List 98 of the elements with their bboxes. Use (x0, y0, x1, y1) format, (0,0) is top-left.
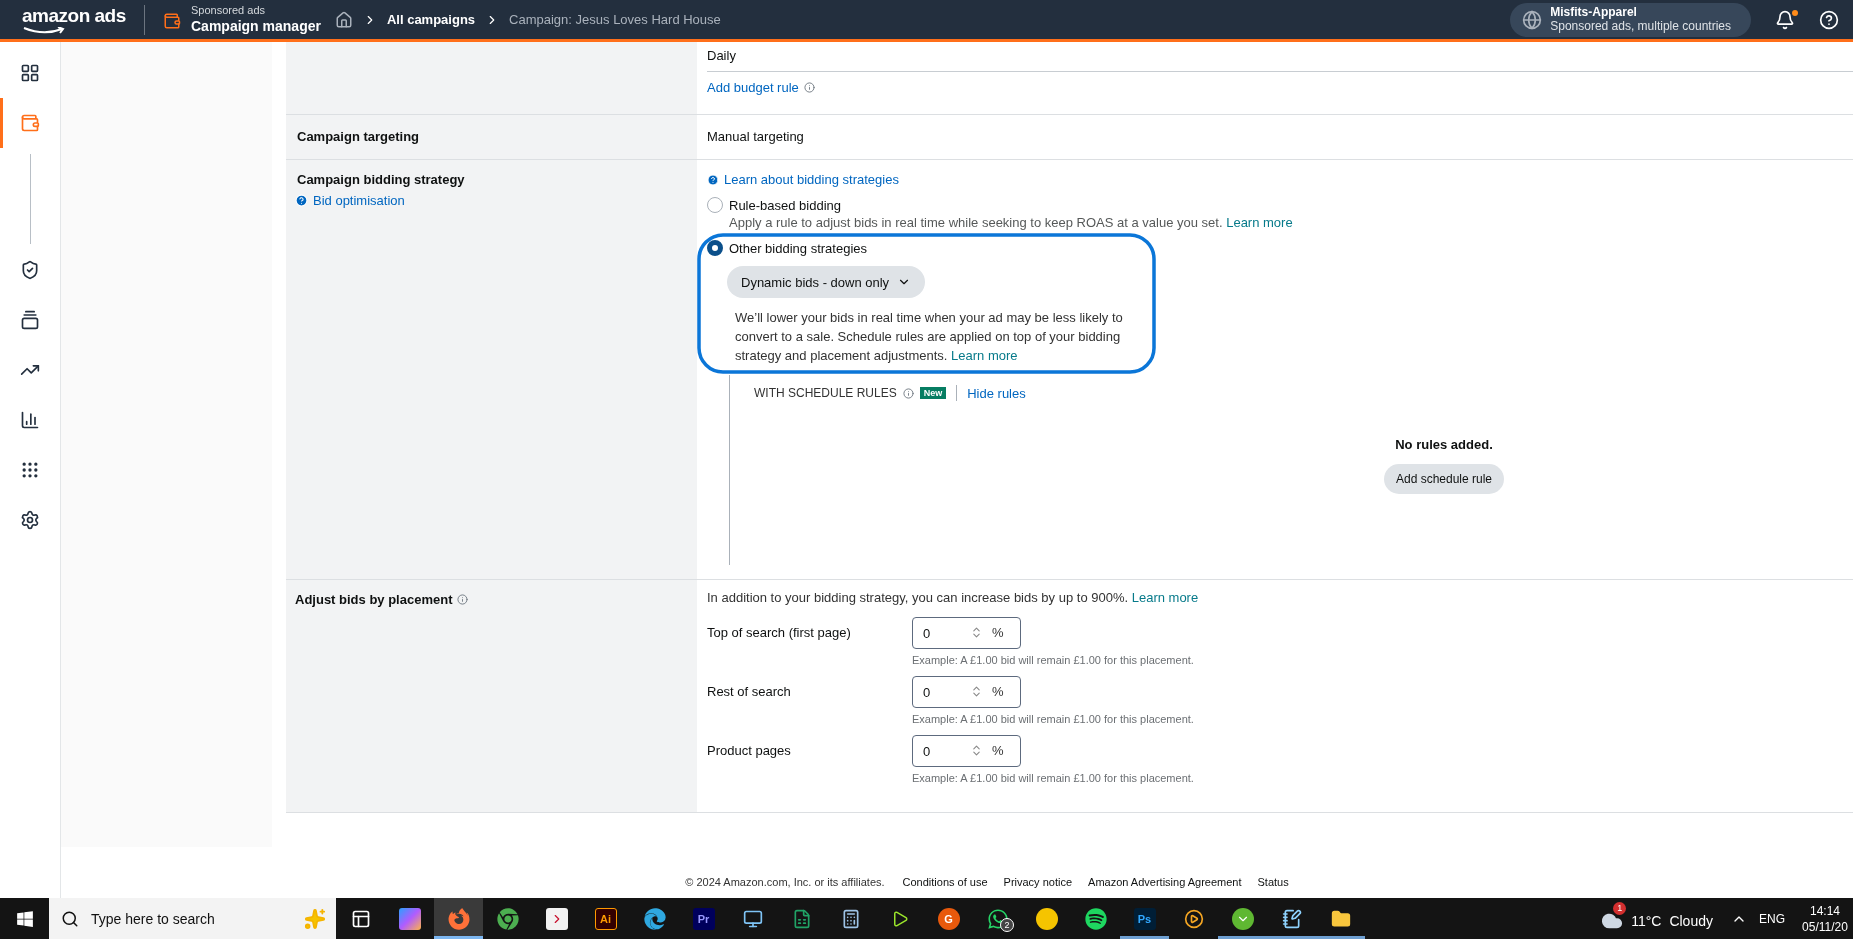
targeting-value: Manual targeting (707, 129, 804, 144)
language-indicator[interactable]: ENG (1759, 911, 1785, 926)
amazon-ads-logo: amazon ads (22, 4, 124, 35)
footer-link[interactable]: Status (1257, 876, 1289, 888)
footer-link[interactable]: Conditions of use (902, 876, 988, 888)
strategy-dropdown[interactable]: Dynamic bids - down only (727, 266, 926, 298)
row-label: Adjust bids by placement (295, 592, 469, 607)
grid-icon (20, 63, 40, 83)
learn-more-link[interactable]: Learn more (951, 346, 1018, 365)
example-text: Example: A £1.00 bid will remain £1.00 for this placement. (912, 772, 1194, 784)
fox-browser-icon (447, 907, 470, 930)
footer-link[interactable]: Amazon Advertising Agreement (1088, 876, 1242, 888)
empty-message: No rules added. (1395, 437, 1493, 452)
footer-link[interactable]: Privacy notice (1003, 876, 1073, 888)
placement-label: Rest of search (707, 683, 792, 701)
spinner-icon[interactable] (970, 626, 983, 639)
breadcrumb-link[interactable]: Campaign: Jesus Loves Hard House (509, 12, 721, 27)
bell-icon (1775, 9, 1795, 30)
wave-browser-icon (643, 907, 666, 930)
info-icon (457, 594, 469, 605)
learn-more-link[interactable]: Learn more (1131, 590, 1199, 605)
account-name: Misfits-Apparel (1550, 5, 1637, 19)
help-icon (295, 194, 308, 207)
chevron-tile-icon (545, 907, 568, 930)
globe-icon (1522, 9, 1543, 30)
learn-bidding-link[interactable]: Learn about bidding strategies (707, 172, 899, 187)
hide-rules-link[interactable]: Hide rules (967, 385, 1026, 401)
clock[interactable]: 14:14 05/11/20 (1797, 902, 1853, 935)
alert-badge: 1 (1613, 901, 1627, 915)
account-switcher[interactable]: Misfits-Apparel Sponsored ads, multiple countries (1510, 2, 1751, 37)
help-icon (707, 173, 719, 186)
task-view-icon (350, 908, 371, 929)
radio-button[interactable] (707, 240, 723, 256)
info-icon (803, 82, 815, 93)
app-tile-icon: Ai (594, 907, 617, 930)
product-title: Campaign manager (191, 17, 321, 35)
wallet-icon (163, 11, 181, 30)
radio-option[interactable]: Rule-based bidding (707, 197, 842, 213)
settings-icon (20, 510, 40, 530)
wallet-icon (20, 113, 40, 133)
budget-type: Daily (707, 48, 736, 63)
placement-intro: In addition to your bidding strategy, you can increase bids by up to 900%. Learn more (707, 590, 1199, 605)
new-badge: New (919, 387, 947, 399)
app-tile-icon: Pr (692, 907, 715, 930)
add-schedule-rule-button[interactable]: Add schedule rule (1383, 464, 1505, 494)
taskbar-search-field[interactable]: Type here to search (49, 898, 336, 939)
home-icon[interactable] (334, 10, 353, 29)
bar-chart-icon (20, 410, 40, 430)
product-overline: Sponsored ads (191, 4, 266, 17)
placement-label: Top of search (first page) (707, 624, 852, 642)
taskbar-app-button[interactable]: G (924, 898, 973, 939)
taskbar-app-button[interactable]: Ai (581, 898, 630, 939)
spinner-icon[interactable] (970, 744, 983, 757)
schedule-rules-heading: WITH SCHEDULE RULES (754, 386, 897, 400)
video-player-icon (1183, 908, 1204, 929)
chrome-browser-icon (496, 907, 519, 930)
folder-icon (1330, 908, 1351, 929)
taskbar-app-button[interactable]: 2 (973, 898, 1022, 939)
app-tile-icon: Ps (1133, 907, 1156, 930)
breadcrumb-link[interactable]: All campaigns (386, 12, 476, 27)
strategy-note: We’ll lower your bids in real time when your ad may be less likely to convert to a sale. Schedule rules are applied on top of your bidding strategy and placement adjustments. Learn more (735, 309, 1124, 365)
copyright-text: © 2024 Amazon.com, Inc. or its affiliates. (685, 876, 885, 888)
round-logo-icon (1035, 907, 1058, 930)
radio-button[interactable] (707, 197, 723, 213)
unit-label: % (992, 684, 1004, 699)
bid-optimisation-link[interactable]: Bid optimisation (295, 193, 405, 208)
weather-widget[interactable]: 1 11°C Cloudy (1595, 900, 1719, 937)
help-button[interactable] (1819, 9, 1839, 30)
unit-label: % (992, 743, 1004, 758)
example-text: Example: A £1.00 bid will remain £1.00 for this placement. (912, 654, 1194, 666)
windows-logo-icon (15, 909, 34, 928)
dots-grid-icon (20, 460, 40, 480)
shield-icon (20, 260, 40, 280)
placement-label: Product pages (707, 742, 792, 760)
learn-more-link[interactable]: Learn more (1226, 215, 1293, 230)
gallery-icon (20, 310, 40, 330)
round-arrow-logo-icon (1231, 907, 1254, 930)
row-label: Campaign bidding strategy (297, 172, 465, 187)
info-icon (902, 387, 914, 399)
example-text: Example: A £1.00 bid will remain £1.00 for this placement. (912, 713, 1194, 725)
row-label: Campaign targeting (297, 129, 420, 144)
computer-icon (742, 908, 763, 929)
unit-label: % (992, 625, 1004, 640)
count-badge: 2 (1000, 918, 1014, 932)
spinner-icon[interactable] (970, 685, 983, 698)
option-description: Apply a rule to adjust bids in real time while seeking to keep ROAS at a value you set. Learn more (729, 215, 1293, 230)
account-subtitle: Sponsored ads, multiple countries (1550, 19, 1731, 34)
help-icon (1819, 9, 1839, 30)
notepad-icon (1281, 908, 1302, 929)
notifications-button[interactable] (1775, 9, 1795, 30)
app-circle-icon: G (937, 907, 960, 930)
radio-option[interactable]: Other bidding strategies (707, 240, 868, 256)
taskbar-app-button[interactable]: Ps (1120, 898, 1169, 939)
search-icon (61, 909, 79, 928)
add-budget-rule-link[interactable]: Add budget rule (707, 80, 815, 95)
search-input[interactable]: Type here to search (89, 909, 294, 928)
taskbar-app-button[interactable]: Pr (679, 898, 728, 939)
sparkle-icon (304, 907, 326, 930)
